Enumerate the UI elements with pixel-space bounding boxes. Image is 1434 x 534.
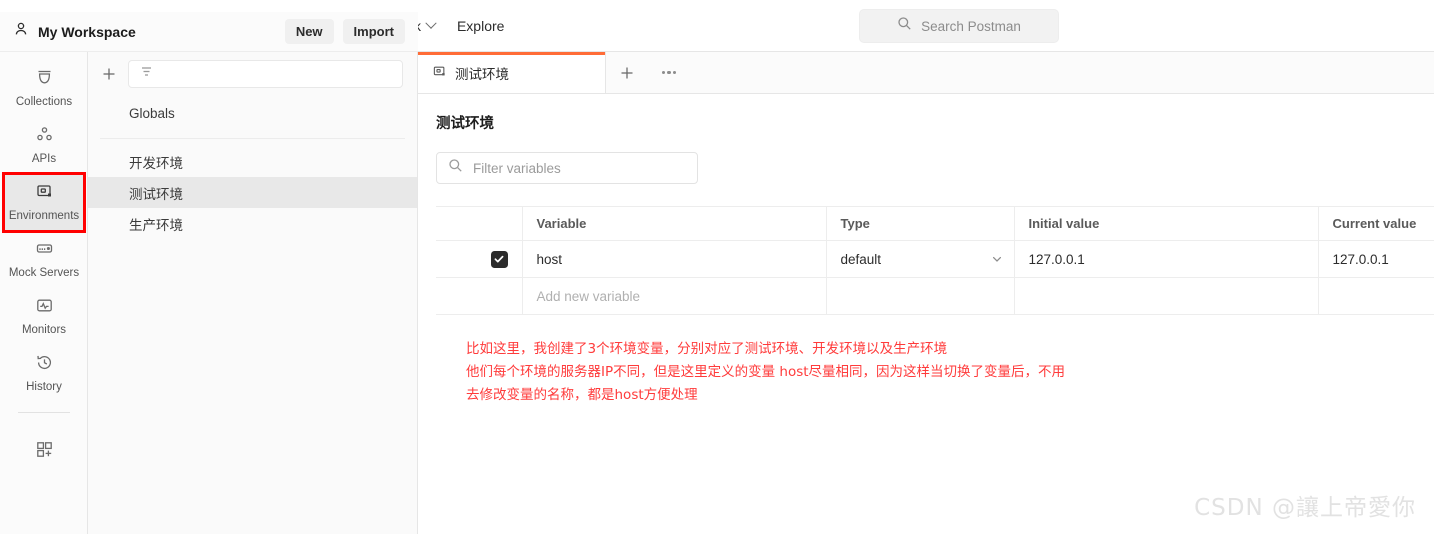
column-header-initial-value: Initial value <box>1014 206 1319 241</box>
row-checkbox[interactable] <box>490 250 508 268</box>
sidebar-item-collections-label: Collections <box>15 96 73 109</box>
sidebar-item-mock-servers[interactable]: Mock Servers <box>0 231 88 288</box>
search-input[interactable]: Search Postman <box>859 9 1059 43</box>
person-icon <box>13 21 29 42</box>
environment-editor: 测试环境 Filter variables Variable Type Init… <box>418 94 1434 534</box>
variables-table: Variable Type Initial value Current valu… <box>436 206 1434 315</box>
cell-variable-name[interactable]: host <box>522 240 827 278</box>
column-header-type: Type <box>826 206 1015 241</box>
tab-options-button[interactable] <box>648 52 690 93</box>
page-title: 测试环境 <box>436 116 494 132</box>
env-list-item-test[interactable]: 测试环境 <box>88 177 417 208</box>
environment-icon <box>432 64 447 82</box>
active-tab-indicator <box>418 52 605 55</box>
variables-table-header: Variable Type Initial value Current valu… <box>436 206 1434 241</box>
tab-test-environment[interactable]: 测试环境 <box>418 52 606 93</box>
postman-window: Home Workspaces API Network Explore Sear… <box>0 0 1434 534</box>
env-list-divider <box>100 138 405 139</box>
annotation-text: 比如这里，我创建了3个环境变量，分别对应了测试环境、开发环境以及生产环境 他们每… <box>466 338 1166 407</box>
left-sidebar-rail: Collections APIs Environments Mock Serve… <box>0 52 88 534</box>
env-list-item-dev-label: 开发环境 <box>129 155 183 171</box>
column-header-variable: Variable <box>522 206 827 241</box>
sidebar-item-collections[interactable]: Collections <box>0 60 88 117</box>
cell-current-value[interactable]: 127.0.0.1 <box>1318 240 1434 278</box>
history-icon <box>35 353 54 377</box>
variables-filter-input[interactable]: Filter variables <box>436 152 698 184</box>
chevron-down-icon[interactable] <box>991 253 1003 265</box>
sidebar-divider <box>17 412 70 413</box>
sidebar-item-history-label: History <box>26 381 62 394</box>
variables-filter-placeholder: Filter variables <box>473 160 561 176</box>
new-variable-input[interactable]: Add new variable <box>522 277 827 315</box>
new-row-current-value-cell[interactable] <box>1318 277 1434 315</box>
table-row[interactable]: host default 127.0.0.1 127.0.0.1 <box>436 240 1434 278</box>
grid-plus-icon <box>35 440 54 464</box>
monitors-icon <box>35 296 54 320</box>
nav-link-explore-label: Explore <box>456 17 505 34</box>
workspace-header: My Workspace New Import <box>0 12 418 52</box>
plus-icon[interactable] <box>100 65 118 83</box>
environments-panel: My Workspace New Import Globals 开发环境 测试环… <box>0 12 418 534</box>
env-list-item-test-label: 测试环境 <box>129 186 183 202</box>
chevron-down-icon <box>425 17 437 29</box>
column-header-current-value: Current value <box>1318 206 1434 241</box>
annotation-line-2: 他们每个环境的服务器IP不同，但是这里定义的变量 host尽量相同，因为这样当切… <box>466 364 1066 380</box>
filter-lines-icon <box>139 64 154 84</box>
sidebar-item-add-panel[interactable] <box>0 423 88 480</box>
column-header-select <box>436 206 523 241</box>
globals-label: Globals <box>129 105 175 121</box>
search-icon <box>448 158 463 178</box>
checkmark-icon <box>494 255 504 263</box>
cell-variable-type[interactable]: default <box>826 240 1015 278</box>
search-icon <box>897 16 912 36</box>
sidebar-item-mock-servers-label: Mock Servers <box>8 267 80 280</box>
cell-initial-value[interactable]: 127.0.0.1 <box>1014 240 1319 278</box>
new-row-type-cell[interactable] <box>826 277 1015 315</box>
mock-servers-icon <box>35 239 54 263</box>
search-placeholder: Search Postman <box>921 18 1021 34</box>
ellipsis-icon <box>661 70 677 75</box>
env-list-item-dev[interactable]: 开发环境 <box>88 146 417 177</box>
sidebar-item-apis-label: APIs <box>31 153 57 166</box>
env-list-item-globals[interactable]: Globals <box>88 96 417 130</box>
new-button[interactable]: New <box>284 19 334 44</box>
environments-toolbar <box>88 52 417 96</box>
env-list-item-prod-label: 生产环境 <box>129 217 183 233</box>
annotation-line-3: 去修改变量的名称，都是host方便处理 <box>466 387 698 403</box>
watermark: CSDN @讓上帝愛你 <box>1194 495 1416 521</box>
new-row-checkbox-cell <box>436 277 523 315</box>
new-row-initial-value-cell[interactable] <box>1014 277 1319 315</box>
workspace-actions: New Import <box>284 19 405 44</box>
row-checkbox-cell[interactable] <box>436 240 523 278</box>
table-row-new[interactable]: Add new variable <box>436 277 1434 315</box>
tab-test-environment-label: 测试环境 <box>455 66 509 82</box>
annotation-line-1: 比如这里，我创建了3个环境变量，分别对应了测试环境、开发环境以及生产环境 <box>466 341 948 357</box>
sidebar-item-environments-label: Environments <box>8 210 80 223</box>
variables-table-body: host default 127.0.0.1 127.0.0.1 Add new… <box>436 240 1434 315</box>
table-header-row: Variable Type Initial value Current valu… <box>436 206 1434 241</box>
sidebar-item-environments[interactable]: Environments <box>2 172 86 233</box>
env-list-item-prod[interactable]: 生产环境 <box>88 208 417 239</box>
import-button[interactable]: Import <box>342 19 405 44</box>
sidebar-item-monitors[interactable]: Monitors <box>0 288 88 345</box>
sidebar-item-apis[interactable]: APIs <box>0 117 88 174</box>
tab-strip: 测试环境 <box>418 52 1434 94</box>
sidebar-item-monitors-label: Monitors <box>21 324 67 337</box>
sidebar-item-history[interactable]: History <box>0 345 88 402</box>
environments-icon <box>35 182 54 206</box>
apis-icon <box>35 125 54 149</box>
collections-icon <box>35 68 54 92</box>
cell-variable-type-value: default <box>840 251 882 267</box>
workspace-name: My Workspace <box>38 23 136 40</box>
new-tab-button[interactable] <box>606 52 648 93</box>
environments-filter-input[interactable] <box>128 60 403 88</box>
nav-link-explore[interactable]: Explore <box>448 13 513 39</box>
